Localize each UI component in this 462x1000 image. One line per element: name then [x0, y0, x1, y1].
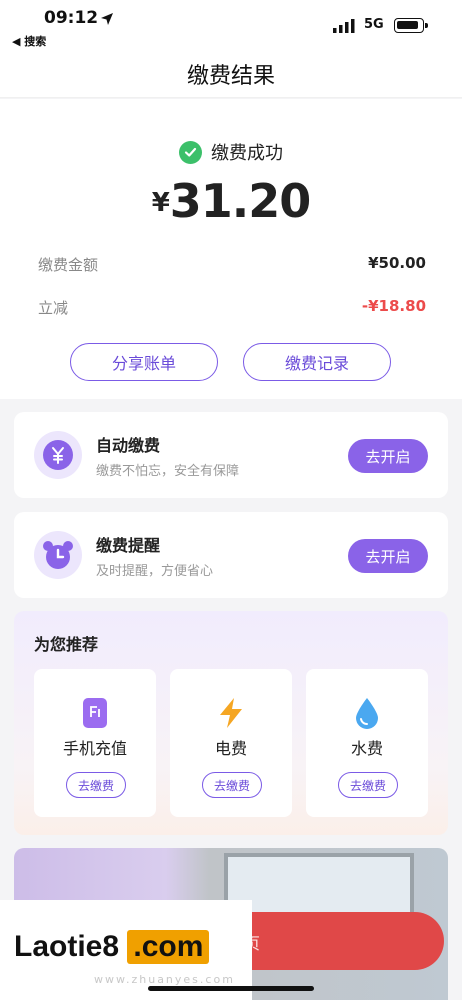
detail-label: 缴费金额	[38, 256, 99, 274]
home-indicator	[148, 986, 314, 991]
alarm-clock-icon	[34, 531, 82, 579]
water-drop-icon	[351, 697, 383, 729]
service-subtitle: 缴费不怕忘，安全有保障	[96, 464, 240, 479]
share-bill-button[interactable]: 分享账单	[70, 343, 218, 381]
recommend-label: 手机充值	[62, 739, 127, 758]
watermark-url: www.zhuanyes.com	[94, 973, 235, 986]
status-time: 09:12	[44, 8, 99, 28]
lightning-icon	[215, 697, 247, 729]
payment-result-card: 缴费成功 ¥31.20 缴费金额 ¥50.00 立减 -¥18.80 分享账单 …	[0, 99, 462, 399]
watermark-domain-box: .com	[127, 930, 210, 964]
watermark-logo: Laotie8 .com	[14, 930, 210, 964]
recommend-item-water[interactable]: 水费 去缴费	[306, 669, 428, 817]
paid-amount: ¥31.20	[0, 174, 462, 228]
pay-button[interactable]: 去缴费	[338, 772, 398, 798]
detail-label: 立减	[38, 299, 69, 317]
check-circle-icon	[179, 140, 202, 164]
amount-value: 31.20	[169, 174, 312, 228]
service-subtitle: 及时提醒，方便省心	[96, 564, 214, 579]
recommend-label: 水费	[350, 739, 383, 758]
battery-icon	[394, 18, 428, 33]
enable-auto-pay-button[interactable]: 去开启	[348, 439, 428, 473]
detail-row-total: 缴费金额 ¥50.00	[38, 254, 426, 275]
enable-reminder-button[interactable]: 去开启	[348, 539, 428, 573]
yen-icon	[34, 431, 82, 479]
payment-reminder-card: 缴费提醒 及时提醒，方便省心 去开启	[14, 512, 448, 598]
detail-value: -¥18.80	[361, 297, 426, 315]
pay-button[interactable]: 去缴费	[66, 772, 126, 798]
location-arrow-icon	[101, 13, 113, 25]
recommend-item-mobile-topup[interactable]: 手机充值 去缴费	[34, 669, 156, 817]
success-text: 缴费成功	[211, 143, 283, 164]
signal-icon	[333, 19, 355, 33]
recommend-section: 为您推荐 手机充值 去缴费 电费 去缴费 水费 去缴费	[14, 611, 448, 835]
detail-row-discount: 立减 -¥18.80	[38, 297, 426, 318]
page-title: 缴费结果	[186, 64, 275, 89]
success-status: 缴费成功	[0, 139, 462, 165]
recommend-item-electricity[interactable]: 电费 去缴费	[170, 669, 292, 817]
detail-value: ¥50.00	[368, 254, 426, 272]
phone-icon	[79, 697, 111, 729]
nav-bar: 缴费结果	[0, 50, 462, 98]
watermark-main-text: Laotie8	[14, 930, 120, 963]
network-type: 5G	[364, 17, 384, 32]
service-title: 自动缴费	[96, 436, 161, 455]
service-title: 缴费提醒	[96, 536, 161, 555]
auto-pay-card: 自动缴费 缴费不怕忘，安全有保障 去开启	[14, 412, 448, 498]
payment-records-button[interactable]: 缴费记录	[243, 343, 391, 381]
recommend-title: 为您推荐	[34, 635, 99, 654]
status-bar: 09:12 ◀ 搜索 5G	[0, 0, 462, 50]
pay-button[interactable]: 去缴费	[202, 772, 262, 798]
back-to-search-link[interactable]: ◀ 搜索	[12, 33, 46, 49]
currency-symbol: ¥	[151, 188, 170, 218]
recommend-label: 电费	[214, 739, 247, 758]
